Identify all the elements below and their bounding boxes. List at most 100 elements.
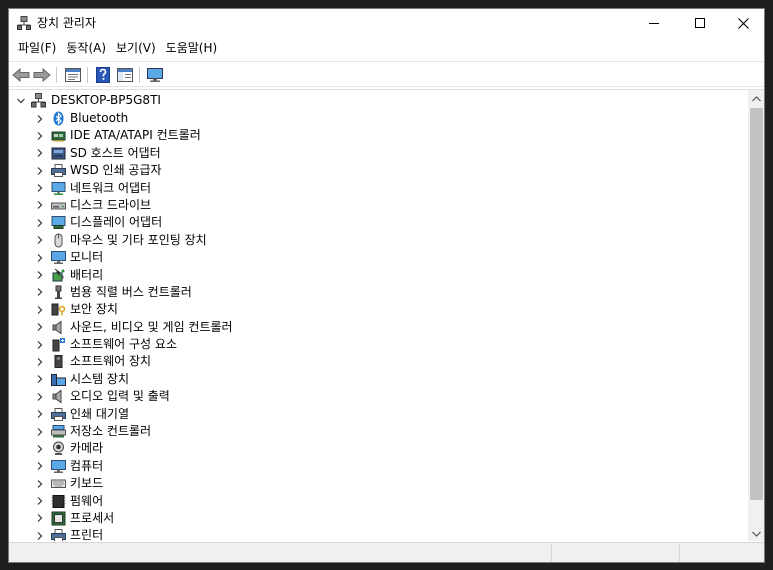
maximize-button[interactable]	[677, 9, 723, 37]
tree-node[interactable]: 소프트웨어 장치	[9, 353, 748, 370]
chevron-right-icon[interactable]	[34, 336, 46, 353]
chevron-right-icon[interactable]	[34, 162, 46, 179]
tree-node-label: 펌웨어	[70, 493, 104, 508]
tree-node[interactable]: 프로세서	[9, 510, 748, 527]
tree-node-label: 보안 장치	[70, 302, 118, 317]
chevron-down-icon[interactable]	[15, 92, 27, 109]
device-manager-app-icon	[17, 16, 31, 30]
tree-node[interactable]: 오디오 입력 및 출력	[9, 388, 748, 405]
tree-root-node[interactable]: DESKTOP-BP5G8TI	[9, 92, 748, 110]
tree-node-label: 마우스 및 기타 포인팅 장치	[70, 232, 207, 247]
tree-node[interactable]: 배터리	[9, 267, 748, 284]
chevron-right-icon[interactable]	[34, 110, 46, 127]
toolbar-separator	[56, 67, 57, 83]
usb-icon	[51, 285, 66, 300]
chevron-right-icon[interactable]	[34, 145, 46, 162]
menu-view[interactable]: 보기(V)	[111, 37, 161, 59]
scroll-down-button[interactable]	[748, 525, 764, 541]
tree-node[interactable]: 보안 장치	[9, 301, 748, 318]
forward-button[interactable]	[33, 66, 51, 84]
chevron-right-icon[interactable]	[34, 371, 46, 388]
tree-node-label: 모니터	[70, 250, 104, 265]
scrollbar-thumb[interactable]	[750, 108, 763, 500]
tree-node[interactable]: 펌웨어	[9, 493, 748, 510]
sd-host-icon	[51, 146, 66, 161]
tree-root-label: DESKTOP-BP5G8TI	[51, 93, 161, 107]
tree-node[interactable]: 마우스 및 기타 포인팅 장치	[9, 232, 748, 249]
processor-icon	[51, 511, 66, 526]
chevron-right-icon[interactable]	[34, 267, 46, 284]
minimize-button[interactable]	[631, 9, 677, 37]
chevron-right-icon[interactable]	[34, 458, 46, 475]
tree-node[interactable]: 소프트웨어 구성 요소	[9, 336, 748, 353]
scan-hardware-button[interactable]	[146, 66, 164, 84]
tree-node-label: Bluetooth	[70, 111, 129, 125]
chevron-right-icon[interactable]	[34, 301, 46, 318]
chevron-right-icon[interactable]	[34, 127, 46, 144]
tree-node[interactable]: 저장소 컨트롤러	[9, 423, 748, 440]
chevron-right-icon[interactable]	[34, 510, 46, 527]
toolbar	[9, 61, 764, 87]
tree-node[interactable]: 범용 직렬 버스 컨트롤러	[9, 284, 748, 301]
tree-node[interactable]: 키보드	[9, 475, 748, 492]
tree-node[interactable]: WSD 인쇄 공급자	[9, 162, 748, 179]
tree-node[interactable]: 시스템 장치	[9, 371, 748, 388]
chevron-right-icon[interactable]	[34, 353, 46, 370]
back-button[interactable]	[12, 66, 30, 84]
tree-node[interactable]: 컴퓨터	[9, 458, 748, 475]
tree-node[interactable]: 프린터	[9, 527, 748, 541]
monitor-icon	[147, 68, 163, 82]
chevron-right-icon[interactable]	[34, 388, 46, 405]
tree-node-label: 디스크 드라이브	[70, 197, 152, 212]
chevron-right-icon[interactable]	[34, 284, 46, 301]
printer-icon	[51, 407, 66, 422]
tree-node-label: 오디오 입력 및 출력	[70, 389, 170, 404]
chevron-right-icon[interactable]	[34, 527, 46, 541]
tree-node[interactable]: 디스크 드라이브	[9, 197, 748, 214]
chevron-right-icon[interactable]	[34, 197, 46, 214]
status-bar	[9, 542, 764, 562]
scroll-up-button[interactable]	[748, 90, 764, 107]
show-hide-pane-button[interactable]	[116, 66, 134, 84]
tree-node[interactable]: 인쇄 대기열	[9, 406, 748, 423]
menu-file[interactable]: 파일(F)	[13, 37, 61, 59]
tree-node[interactable]: 사운드, 비디오 및 게임 컨트롤러	[9, 319, 748, 336]
minimize-icon	[649, 23, 659, 24]
title-bar[interactable]: 장치 관리자	[9, 9, 764, 37]
chevron-right-icon[interactable]	[34, 475, 46, 492]
tree-node[interactable]: 카메라	[9, 440, 748, 457]
tree-node[interactable]: Bluetooth	[9, 110, 748, 127]
tree-node-label: 카메라	[70, 441, 104, 456]
toolbar-separator	[87, 67, 88, 83]
chevron-right-icon[interactable]	[34, 440, 46, 457]
tree-node[interactable]: 디스플레이 어댑터	[9, 214, 748, 231]
chevron-right-icon[interactable]	[34, 423, 46, 440]
security-device-icon	[51, 302, 66, 317]
maximize-icon	[695, 18, 705, 28]
tree-node-label: 시스템 장치	[70, 371, 130, 386]
chevron-right-icon[interactable]	[34, 493, 46, 510]
tree-node[interactable]: SD 호스트 어댑터	[9, 145, 748, 162]
speaker-icon	[51, 389, 66, 404]
chevron-right-icon[interactable]	[34, 319, 46, 336]
menu-action[interactable]: 동작(A)	[61, 37, 111, 59]
chevron-right-icon[interactable]	[34, 232, 46, 249]
keyboard-icon	[51, 476, 66, 491]
close-button[interactable]	[720, 9, 764, 37]
chevron-right-icon[interactable]	[34, 214, 46, 231]
storage-controller-icon	[51, 424, 66, 439]
chevron-right-icon[interactable]	[34, 180, 46, 197]
tree-node[interactable]: IDE ATA/ATAPI 컨트롤러	[9, 127, 748, 144]
tree-node[interactable]: 네트워크 어댑터	[9, 180, 748, 197]
help-button[interactable]	[94, 66, 112, 84]
chevron-right-icon[interactable]	[34, 406, 46, 423]
tree-node-label: WSD 인쇄 공급자	[70, 163, 162, 178]
software-device-icon	[51, 354, 66, 369]
vertical-scrollbar[interactable]	[748, 90, 764, 541]
menu-help[interactable]: 도움말(H)	[161, 37, 223, 59]
software-component-icon	[51, 337, 66, 352]
chevron-right-icon[interactable]	[34, 249, 46, 266]
tree-node[interactable]: 모니터	[9, 249, 748, 266]
tree-node-label: 사운드, 비디오 및 게임 컨트롤러	[70, 319, 233, 334]
properties-button[interactable]	[64, 66, 82, 84]
